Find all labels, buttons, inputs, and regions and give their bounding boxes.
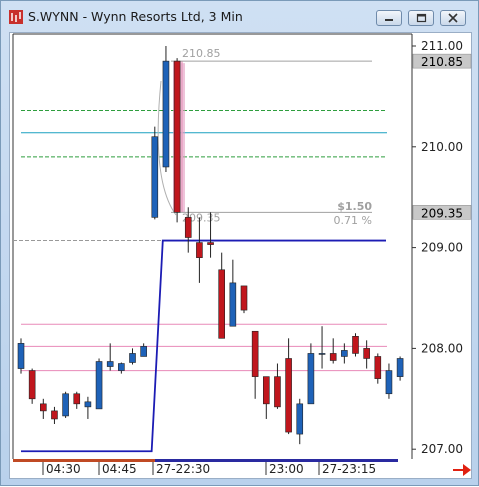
candle-body (207, 242, 214, 245)
y-tick-label: 210.00 (421, 140, 463, 154)
candle (307, 343, 315, 405)
candle (140, 343, 147, 357)
candle (51, 406, 58, 424)
x-axis[interactable]: 04:30 04:45 27-22:30 23:00 27-23:15 (13, 459, 398, 476)
candle (229, 259, 237, 327)
candles (17, 46, 404, 445)
candle-body (17, 343, 25, 369)
candle (218, 252, 225, 339)
candle (84, 396, 92, 419)
candle (396, 356, 404, 381)
measure-top-label: 210.85 (182, 47, 221, 60)
step-line-path (21, 239, 386, 453)
candle-body (184, 217, 192, 238)
x-tick-label: 27-23:15 (322, 462, 376, 476)
candle-body (229, 282, 237, 327)
candle (28, 368, 36, 404)
candle-body (307, 353, 315, 405)
candle-body (396, 358, 404, 377)
candle (385, 363, 393, 399)
candle-body (341, 350, 348, 357)
y-tick-label: 209.00 (421, 241, 463, 255)
candle (285, 338, 292, 435)
candle (39, 398, 47, 419)
price-flag-label: 210.85 (421, 55, 463, 69)
candle (374, 353, 382, 384)
candle-body (285, 358, 292, 433)
x-tick-label: 04:45 (102, 462, 137, 476)
y-tick-label: 208.00 (421, 341, 463, 355)
measure-change-pct: 0.71 % (334, 214, 372, 227)
candle (318, 326, 326, 369)
candle-body (296, 403, 304, 435)
candle (106, 343, 114, 371)
step-line (21, 239, 386, 453)
candle (95, 358, 103, 410)
candle (17, 338, 25, 374)
measurement-overlay: 210.85209.35$1.500.71 % (157, 47, 372, 227)
scroll-arrow-icon[interactable] (453, 464, 471, 476)
candle-body (51, 410, 58, 420)
reference-lines (12, 33, 413, 459)
candle-body (385, 370, 393, 395)
price-flag-label: 209.35 (421, 206, 463, 220)
candle-body (106, 361, 114, 367)
candle (363, 340, 370, 369)
candle (296, 398, 304, 445)
candle-body (140, 346, 147, 357)
candle-body (84, 401, 92, 408)
candle-body (73, 393, 81, 405)
candle-body (196, 242, 203, 258)
candle (262, 376, 270, 419)
candle-body (329, 353, 337, 361)
chart-canvas[interactable]: 210.85209.35$1.500.71 % 211.00210.00209.… (1, 1, 479, 487)
candle-body (363, 348, 370, 359)
candle-body (218, 269, 225, 339)
candle-body (274, 376, 281, 408)
candle-body (173, 60, 181, 213)
candle-body (374, 356, 382, 379)
candle-body (318, 353, 326, 355)
y-tick-label: 211.00 (421, 39, 463, 53)
candle (251, 330, 259, 399)
candle (352, 333, 359, 357)
candle-body (352, 336, 359, 354)
candle-body (129, 353, 136, 363)
candle (151, 126, 159, 220)
x-tick-label: 04:30 (46, 462, 81, 476)
candle (162, 46, 170, 172)
candle-body (162, 60, 170, 168)
candle-body (251, 330, 259, 377)
x-tick-label: 23:00 (269, 462, 304, 476)
candle (129, 348, 136, 365)
candle (196, 217, 203, 283)
candle (73, 391, 81, 409)
candle (173, 58, 181, 223)
candle-body (62, 393, 69, 417)
candle (240, 285, 248, 314)
candle (329, 338, 337, 364)
candle-body (95, 361, 103, 410)
y-tick-label: 207.00 (421, 442, 463, 456)
candle-body (151, 136, 159, 218)
measure-change: $1.50 (337, 200, 372, 213)
candle (118, 362, 125, 374)
candle-body (262, 376, 270, 405)
y-axis[interactable]: 211.00 210.00 209.00 208.00 207.00 210.85 209.… (412, 39, 472, 456)
candle-body (240, 285, 248, 311)
x-tick-label: 27-22:30 (156, 462, 210, 476)
candle (62, 391, 69, 418)
candle-body (28, 370, 36, 400)
candle-body (118, 363, 125, 371)
chart-window: S.WYNN - Wynn Resorts Ltd, 3 Min 210.85 2… (0, 0, 479, 486)
candle-body (39, 403, 47, 412)
